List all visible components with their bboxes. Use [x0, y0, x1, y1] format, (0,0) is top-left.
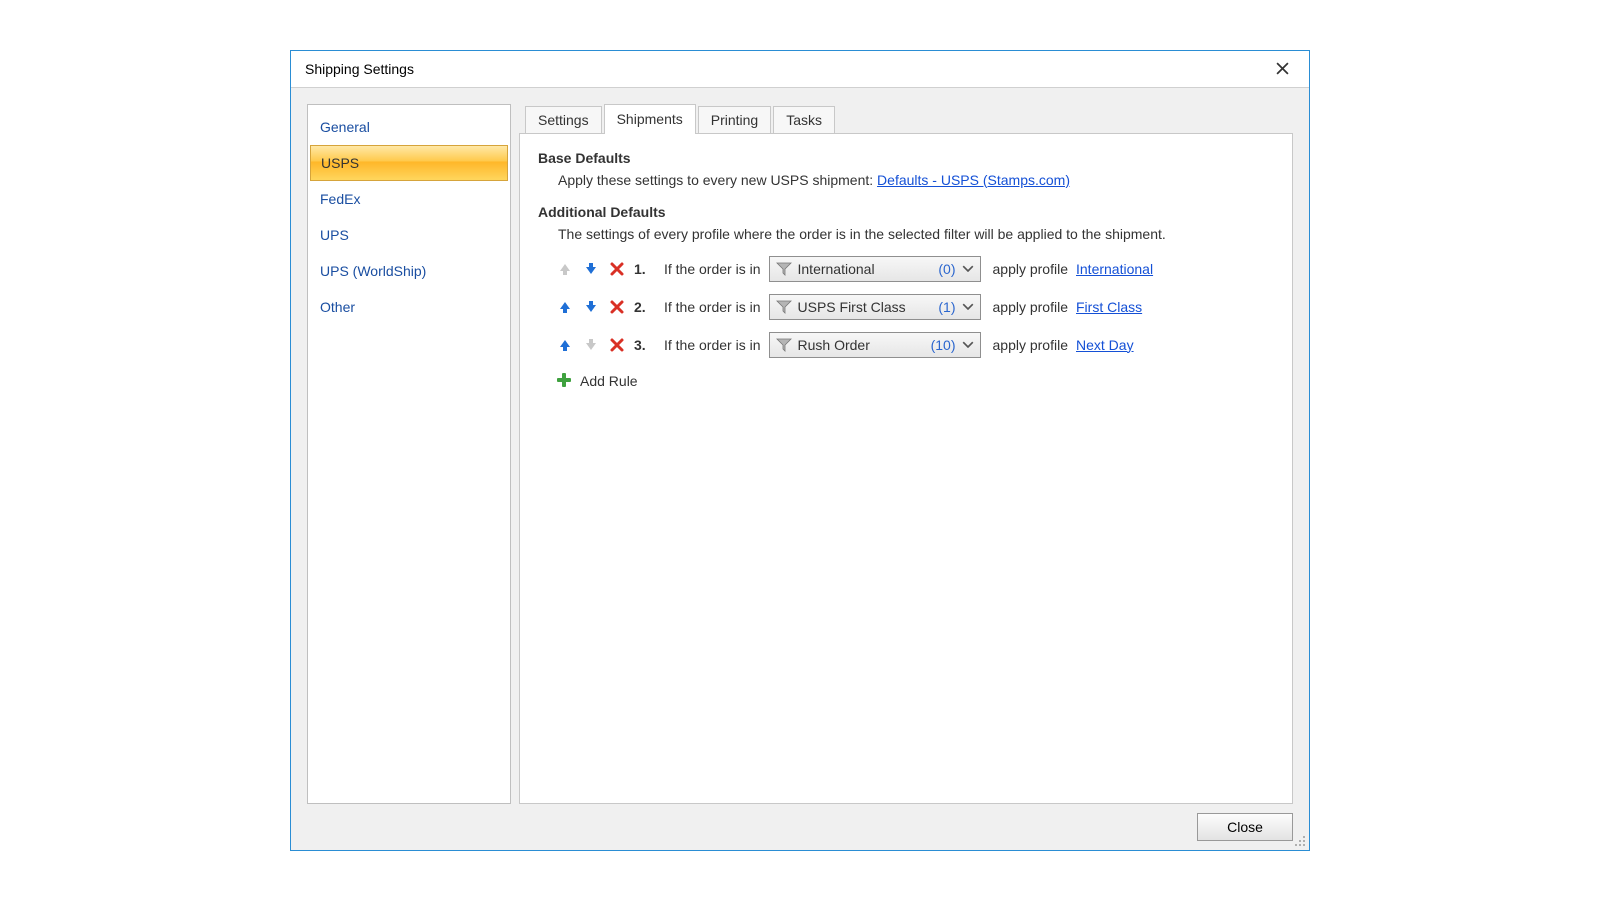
- rule-number: 1.: [634, 261, 656, 277]
- tab-tasks[interactable]: Tasks: [773, 106, 835, 134]
- tab-printing[interactable]: Printing: [698, 106, 771, 134]
- sidebar-item-other[interactable]: Other: [308, 289, 510, 325]
- tab-panel-shipments: Base Defaults Apply these settings to ev…: [519, 133, 1293, 804]
- apply-label: apply profile: [993, 261, 1069, 277]
- filter-name: Rush Order: [798, 337, 925, 353]
- move-up-icon[interactable]: [556, 336, 574, 354]
- additional-defaults-title: Additional Defaults: [538, 204, 1274, 220]
- apply-label: apply profile: [993, 299, 1069, 315]
- rule-number: 2.: [634, 299, 656, 315]
- rule-row: 1. If the order is in International (0): [556, 250, 1274, 288]
- move-up-icon: [556, 260, 574, 278]
- filter-count: (10): [931, 337, 956, 353]
- resize-grip-icon[interactable]: [1292, 833, 1306, 847]
- sidebar-item-fedex[interactable]: FedEx: [308, 181, 510, 217]
- add-rule-button[interactable]: Add Rule: [556, 372, 1274, 391]
- defaults-profile-link[interactable]: Defaults - USPS (Stamps.com): [877, 172, 1070, 188]
- chevron-down-icon: [962, 263, 974, 275]
- main-area: Settings Shipments Printing Tasks Base D…: [519, 104, 1293, 804]
- window-title: Shipping Settings: [305, 61, 414, 77]
- chevron-down-icon: [962, 339, 974, 351]
- base-defaults-desc: Apply these settings to every new USPS s…: [558, 172, 1274, 188]
- dialog-footer: Close: [291, 804, 1309, 850]
- close-icon[interactable]: [1265, 56, 1299, 82]
- rule-prefix: If the order is in: [664, 261, 761, 277]
- delete-icon[interactable]: [608, 298, 626, 316]
- filter-count: (1): [938, 299, 955, 315]
- category-sidebar: General USPS FedEx UPS UPS (WorldShip) O…: [307, 104, 511, 804]
- dialog-body: General USPS FedEx UPS UPS (WorldShip) O…: [291, 88, 1309, 850]
- tab-settings[interactable]: Settings: [525, 106, 602, 134]
- sidebar-item-ups[interactable]: UPS: [308, 217, 510, 253]
- move-down-icon: [582, 336, 600, 354]
- tab-shipments[interactable]: Shipments: [604, 104, 696, 134]
- profile-link[interactable]: First Class: [1076, 299, 1142, 315]
- add-rule-label: Add Rule: [580, 373, 638, 389]
- filter-dropdown[interactable]: International (0): [769, 256, 981, 282]
- profile-link[interactable]: Next Day: [1076, 337, 1134, 353]
- sidebar-item-ups-worldship[interactable]: UPS (WorldShip): [308, 253, 510, 289]
- rule-row: 3. If the order is in Rush Order (10): [556, 326, 1274, 364]
- sidebar-item-general[interactable]: General: [308, 109, 510, 145]
- move-down-icon[interactable]: [582, 260, 600, 278]
- filter-count: (0): [938, 261, 955, 277]
- move-down-icon[interactable]: [582, 298, 600, 316]
- filter-name: USPS First Class: [798, 299, 933, 315]
- base-defaults-title: Base Defaults: [538, 150, 1274, 166]
- additional-defaults-desc: The settings of every profile where the …: [558, 226, 1274, 242]
- filter-dropdown[interactable]: USPS First Class (1): [769, 294, 981, 320]
- rule-prefix: If the order is in: [664, 337, 761, 353]
- profile-link[interactable]: International: [1076, 261, 1153, 277]
- apply-label: apply profile: [993, 337, 1069, 353]
- funnel-icon: [776, 261, 792, 277]
- funnel-icon: [776, 299, 792, 315]
- base-defaults-text: Apply these settings to every new USPS s…: [558, 172, 877, 188]
- delete-icon[interactable]: [608, 260, 626, 278]
- rule-row: 2. If the order is in USPS First Class (…: [556, 288, 1274, 326]
- delete-icon[interactable]: [608, 336, 626, 354]
- plus-icon: [556, 372, 572, 391]
- filter-name: International: [798, 261, 933, 277]
- chevron-down-icon: [962, 301, 974, 313]
- sidebar-item-usps[interactable]: USPS: [310, 145, 508, 181]
- funnel-icon: [776, 337, 792, 353]
- filter-dropdown[interactable]: Rush Order (10): [769, 332, 981, 358]
- move-up-icon[interactable]: [556, 298, 574, 316]
- close-button[interactable]: Close: [1197, 813, 1293, 841]
- shipping-settings-dialog: Shipping Settings General USPS FedEx UPS…: [290, 50, 1310, 851]
- rule-prefix: If the order is in: [664, 299, 761, 315]
- rules-list: 1. If the order is in International (0): [556, 250, 1274, 364]
- rule-number: 3.: [634, 337, 656, 353]
- titlebar: Shipping Settings: [291, 51, 1309, 88]
- tab-strip: Settings Shipments Printing Tasks: [519, 104, 1293, 134]
